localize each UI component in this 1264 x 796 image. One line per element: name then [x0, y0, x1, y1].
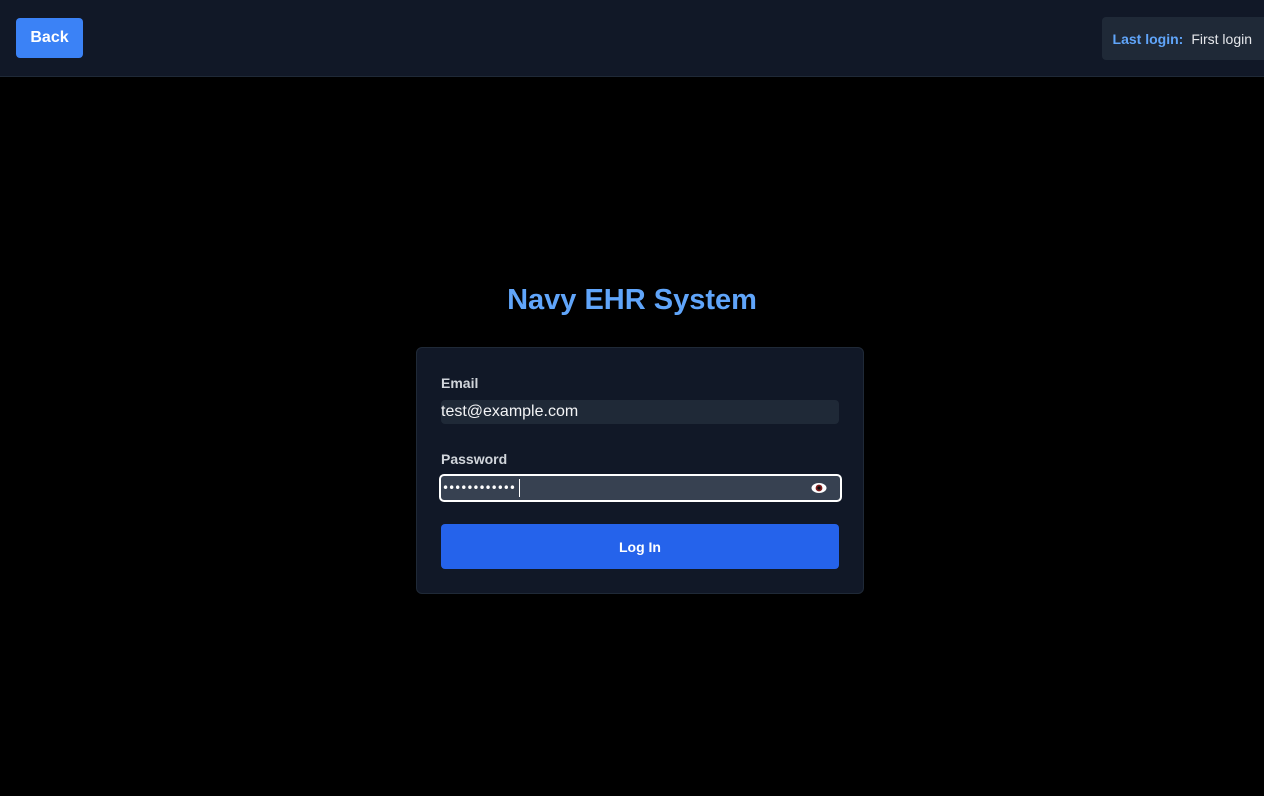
last-login-value: First login [1191, 30, 1252, 47]
email-label: Email [441, 375, 479, 391]
text-caret [519, 479, 520, 497]
back-button[interactable]: Back [16, 18, 83, 58]
email-field[interactable] [441, 400, 839, 424]
password-field[interactable] [441, 476, 801, 500]
top-bar: Back Last login: First login [0, 0, 1264, 77]
password-field-wrapper[interactable] [439, 474, 842, 502]
log-in-button[interactable]: Log In [441, 524, 839, 569]
last-login-badge: Last login: First login [1101, 17, 1264, 60]
eye-icon[interactable] [810, 481, 828, 495]
login-form: Email Password Log In [416, 347, 864, 594]
password-label: Password [441, 451, 508, 467]
last-login-label: Last login: [1112, 30, 1184, 47]
page-title: Navy EHR System [507, 284, 757, 316]
